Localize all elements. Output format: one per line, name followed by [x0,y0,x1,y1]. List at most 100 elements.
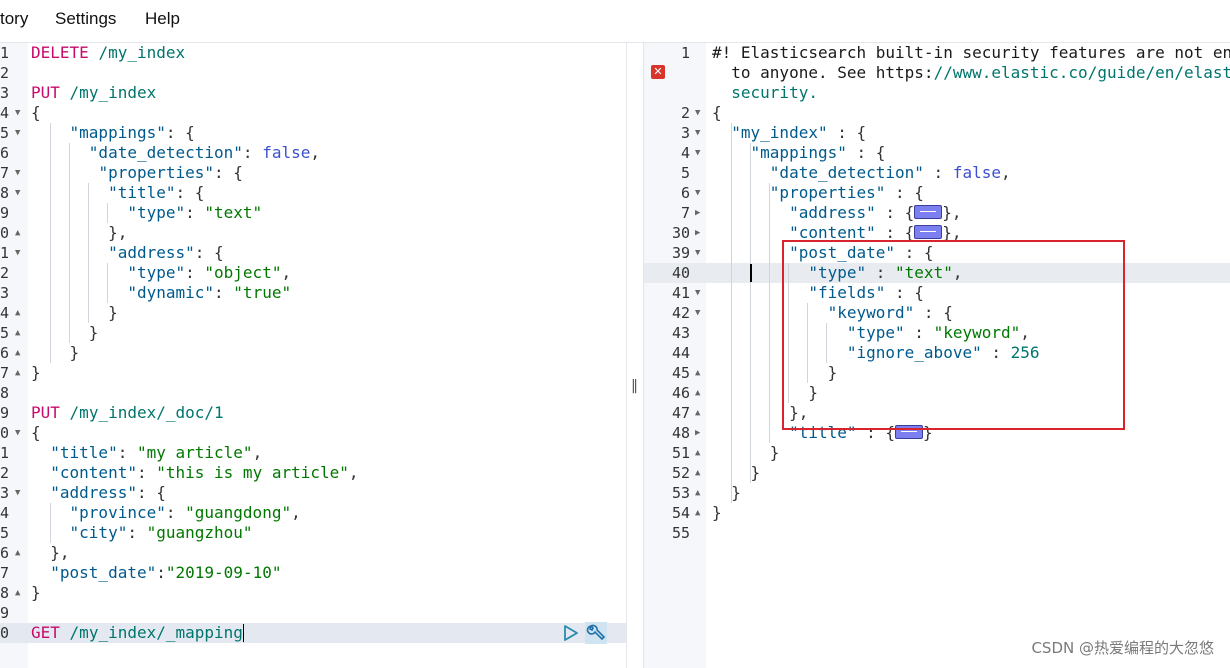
wrench-icon[interactable] [585,622,607,644]
fold-down-icon[interactable]: ▼ [695,103,700,123]
line-number: 5 [680,164,690,182]
code-line: } [712,503,722,522]
line-number: 5 [0,124,10,142]
fold-up-icon[interactable]: ▲ [15,343,20,363]
line-number: 3 [0,284,10,302]
fold-right-icon[interactable]: ▶ [695,223,700,243]
code-line: "type": "text" [127,203,263,222]
code-line: "content": "this is my article", [50,463,359,482]
line-number: 4 [0,504,10,522]
fold-down-icon[interactable]: ▼ [15,103,20,123]
line-number: 3 [680,124,690,142]
code-line: "province": "guangdong", [69,503,301,522]
line-number: 51 [671,444,690,462]
menu-help[interactable]: Help [145,9,180,29]
resize-handle-icon[interactable]: ‖ [631,378,638,394]
code-line: "post_date":"2019-09-10" [50,563,282,582]
line-number: 9 [0,604,10,622]
line-number: 6 [0,144,10,162]
fold-up-icon[interactable]: ▲ [695,363,700,383]
run-request-icon[interactable] [563,624,579,642]
code-line: "my_index" : { [731,123,867,142]
code-line: "mappings" : { [750,143,886,162]
line-number: 9 [0,404,10,422]
line-number: 55 [671,524,690,542]
code-line: { [31,423,41,442]
folded-block-icon[interactable] [914,224,943,239]
panel-resizer[interactable]: ‖ [626,43,644,668]
code-line: } [712,483,741,502]
folded-block-icon[interactable] [914,204,943,219]
line-number: 39 [671,244,690,262]
fold-up-icon[interactable]: ▲ [15,223,20,243]
line-number: 54 [671,504,690,522]
line-number: 48 [671,424,690,442]
line-number: 2 [680,104,690,122]
fold-right-icon[interactable]: ▶ [695,423,700,443]
warning-close-icon[interactable]: ✕ [651,65,665,79]
code-line: "address" : {}, [789,203,962,222]
line-number: 40 [671,264,690,282]
fold-down-icon[interactable]: ▼ [15,183,20,203]
fold-down-icon[interactable]: ▼ [15,163,20,183]
line-number: 1 [680,44,690,62]
line-number: 42 [671,304,690,322]
fold-down-icon[interactable]: ▼ [695,143,700,163]
line-number: 7 [0,364,10,382]
line-number: 4 [680,144,690,162]
code-line: "city": "guangzhou" [69,523,253,542]
watermark: CSDN @热爱编程的大忽悠 [1031,639,1214,657]
text-cursor [243,624,244,642]
code-line: "title": { [108,183,205,202]
line-number: 8 [0,184,10,202]
code-line: "address": { [50,483,166,502]
line-number: 0 [0,424,10,442]
line-number: 46 [671,384,690,402]
fold-down-icon[interactable]: ▼ [695,283,700,303]
fold-up-icon[interactable]: ▲ [695,403,700,423]
fold-up-icon[interactable]: ▲ [695,503,700,523]
line-number: 8 [0,584,10,602]
code-line: "mappings": { [69,123,195,142]
fold-down-icon[interactable]: ▼ [15,423,20,443]
line-number: 5 [0,324,10,342]
code-line: } [31,343,80,362]
code-line: "type": "object", [127,263,292,282]
fold-down-icon[interactable]: ▼ [15,243,20,263]
warning-text: #! Elasticsearch built-in security featu… [712,43,1230,62]
fold-up-icon[interactable]: ▲ [695,443,700,463]
fold-up-icon[interactable]: ▲ [15,363,20,383]
menu-settings[interactable]: Settings [55,9,116,29]
menu-history[interactable]: tory [0,9,28,29]
code-line: } [712,443,780,462]
fold-down-icon[interactable]: ▼ [15,123,20,143]
code-line: } [31,583,41,602]
line-number: 6 [0,544,10,562]
fold-up-icon[interactable]: ▲ [15,303,20,323]
fold-up-icon[interactable]: ▲ [15,583,20,603]
line-number: 52 [671,464,690,482]
fold-right-icon[interactable]: ▶ [695,203,700,223]
menu-bar: tory Settings Help [0,0,1230,43]
code-line: "properties": { [98,163,243,182]
code-line: GET /my_index/_mapping [31,623,243,642]
line-number: 45 [671,364,690,382]
code-line: DELETE /my_index [31,43,186,62]
fold-up-icon[interactable]: ▲ [695,463,700,483]
fold-up-icon[interactable]: ▲ [695,383,700,403]
fold-up-icon[interactable]: ▲ [15,543,20,563]
fold-down-icon[interactable]: ▼ [695,183,700,203]
fold-down-icon[interactable]: ▼ [15,483,20,503]
line-number: 2 [0,64,10,82]
line-number: 47 [671,404,690,422]
code-line: PUT /my_index [31,83,157,102]
fold-down-icon[interactable]: ▼ [695,123,700,143]
fold-up-icon[interactable]: ▲ [695,483,700,503]
code-line: "date_detection" : false, [769,163,1011,182]
fold-up-icon[interactable]: ▲ [15,323,20,343]
line-number: 3 [0,484,10,502]
annotation-highlight-box [782,240,1125,430]
fold-down-icon[interactable]: ▼ [695,243,700,263]
line-number: 5 [0,524,10,542]
fold-down-icon[interactable]: ▼ [695,303,700,323]
